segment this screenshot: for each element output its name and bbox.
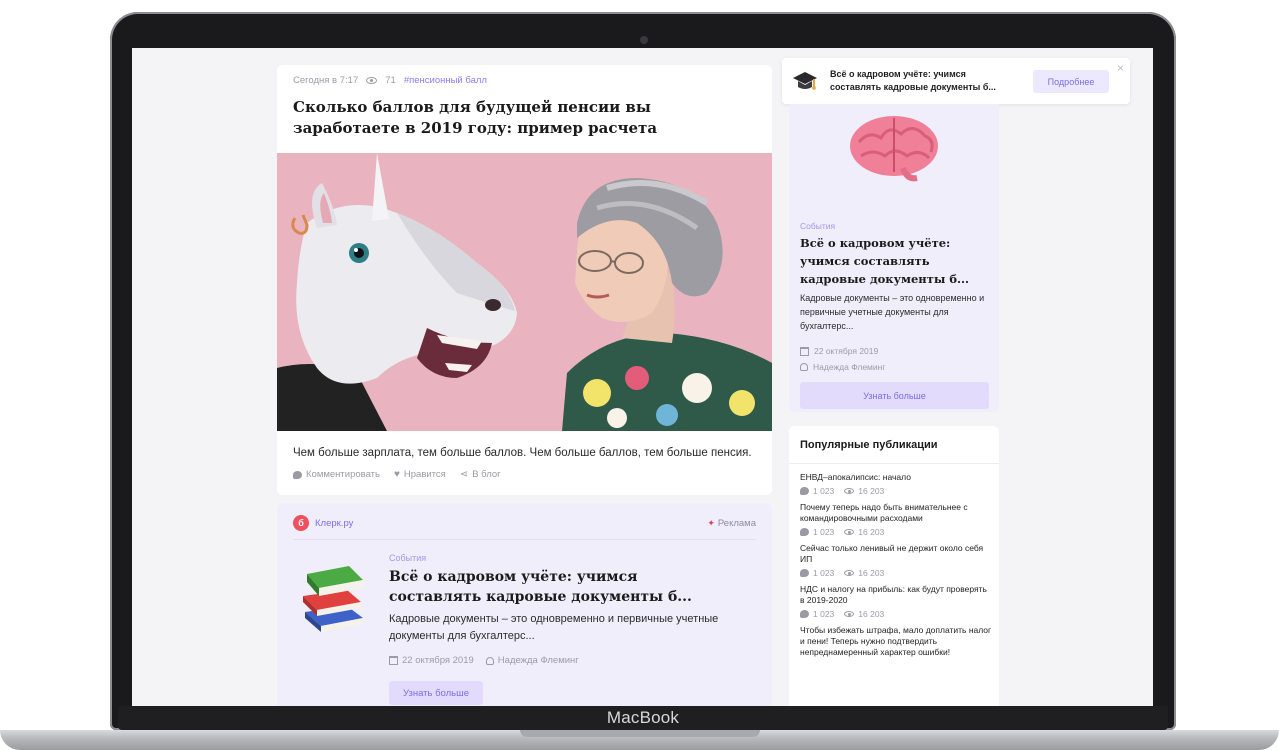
unicorn-and-granny-illustration	[277, 153, 772, 431]
camera-icon	[640, 36, 648, 44]
laptop-base-groove	[520, 730, 760, 737]
laptop-chin: MacBook	[118, 706, 1168, 730]
user-icon	[485, 656, 494, 665]
view-count: 16 203	[858, 527, 885, 537]
blog-button[interactable]: ⋖ В блог	[460, 469, 501, 480]
promo-brand-name: Клерк.ру	[315, 517, 354, 529]
side-learn-more-button[interactable]: Узнать больше	[800, 382, 989, 409]
article-date: Сегодня в 7:17	[293, 75, 359, 86]
article-actions: Комментировать ♥ Нравится ⋖ В блог	[293, 469, 501, 480]
promo-title[interactable]: Всё о кадровом учёте: учимся составлять …	[389, 567, 729, 607]
comment-count: 1 023	[813, 568, 835, 578]
comment-count: 1 023	[813, 609, 835, 619]
calendar-icon	[800, 346, 809, 356]
side-description: Кадровые документы – это одновременно и …	[800, 293, 985, 331]
article-image[interactable]	[277, 153, 772, 431]
ad-label-text: Реклама	[717, 517, 756, 529]
comment-count: 1 023	[813, 486, 835, 496]
list-item[interactable]: ЕНВД–апокалипсис: начало 1 023 16 203	[800, 472, 992, 496]
article-meta: Сегодня в 7:17 71 #пенсионный балл	[293, 75, 487, 86]
promo-author: Надежда Флеминг	[485, 655, 579, 666]
article-tag[interactable]: #пенсионный балл	[404, 75, 487, 86]
article-card: Сегодня в 7:17 71 #пенсионный балл Сколь…	[277, 65, 772, 495]
side-author: Надежда Флеминг	[800, 362, 885, 372]
comment-label: Комментировать	[306, 469, 380, 480]
blog-label: В блог	[472, 469, 501, 480]
user-icon	[800, 363, 808, 371]
promo-author-text: Надежда Флеминг	[497, 655, 579, 666]
view-count: 16 203	[858, 486, 885, 496]
views-icon	[844, 611, 855, 617]
comment-icon	[800, 487, 809, 495]
popular-heading: Популярные публикации	[800, 439, 938, 451]
banner-text[interactable]: Всё о кадровом учёте: учимся составлять …	[830, 68, 1010, 94]
promo-description: Кадровые документы – это одновременно и …	[389, 613, 719, 642]
pin-icon: ✦	[707, 517, 715, 528]
side-title[interactable]: Всё о кадровом учёте: учимся составлять …	[800, 234, 995, 288]
list-item-title[interactable]: НДС и налогу на прибыль: как будут прове…	[800, 584, 992, 606]
side-date-text: 22 октября 2019	[814, 346, 879, 356]
list-item-stats: 1 023 16 203	[800, 527, 992, 537]
list-item[interactable]: Почему теперь надо быть внимательнее с к…	[800, 502, 992, 537]
like-button[interactable]: ♥ Нравится	[394, 469, 446, 480]
promo-date-text: 22 октября 2019	[402, 655, 474, 666]
promo-meta: 22 октября 2019 Надежда Флеминг	[389, 655, 579, 666]
comment-count: 1 023	[813, 527, 835, 537]
list-item[interactable]: Сейчас только ленивый не держит около се…	[800, 543, 992, 578]
promo-header: б Клерк.ру ✦ Реклама	[293, 515, 756, 531]
graduation-cap-icon	[793, 72, 817, 90]
views-icon	[844, 570, 855, 576]
laptop-frame: Сегодня в 7:17 71 #пенсионный балл Сколь…	[110, 12, 1176, 730]
article-title[interactable]: Сколько баллов для будущей пенсии вы зар…	[293, 97, 753, 139]
list-item[interactable]: НДС и налогу на прибыль: как будут прове…	[800, 584, 992, 619]
side-promo-card: События Всё о кадровом учёте: учимся сос…	[789, 104, 999, 412]
divider	[789, 463, 999, 464]
side-date: 22 октября 2019	[800, 346, 878, 356]
comment-button[interactable]: Комментировать	[293, 469, 380, 480]
views-icon	[844, 529, 855, 535]
share-icon: ⋖	[459, 469, 469, 480]
close-icon[interactable]: ×	[1117, 61, 1124, 75]
list-item-stats: 1 023 16 203	[800, 486, 992, 496]
promo-category[interactable]: События	[389, 553, 426, 563]
list-item-title[interactable]: Сейчас только ленивый не держит около се…	[800, 543, 992, 565]
list-item[interactable]: Чтобы избежать штрафа, мало доплатить на…	[800, 625, 992, 658]
promo-date: 22 октября 2019	[389, 655, 474, 666]
heart-icon: ♥	[393, 469, 400, 480]
screen: Сегодня в 7:17 71 #пенсионный балл Сколь…	[132, 48, 1153, 706]
list-item-title[interactable]: ЕНВД–апокалипсис: начало	[800, 472, 992, 483]
side-author-text: Надежда Флеминг	[813, 362, 886, 372]
list-item-stats: 1 023 16 203	[800, 568, 992, 578]
books-icon	[303, 566, 363, 632]
promo-card: б Клерк.ру ✦ Реклама События Всё о кадро…	[277, 503, 772, 706]
views-icon	[844, 488, 855, 494]
views-icon	[366, 77, 378, 84]
popular-list: ЕНВД–апокалипсис: начало 1 023 16 203 По…	[800, 472, 992, 664]
comment-icon	[800, 610, 809, 618]
macbook-label: MacBook	[606, 708, 680, 727]
list-item-stats: 1 023 16 203	[800, 609, 992, 619]
view-count: 16 203	[858, 568, 885, 578]
side-category[interactable]: События	[800, 221, 835, 231]
article-caption: Чем больше зарплата, тем больше баллов. …	[293, 447, 752, 459]
details-button[interactable]: Подробнее	[1033, 70, 1109, 93]
brand-logo-icon: б	[293, 515, 309, 531]
notification-banner: Всё о кадровом учёте: учимся составлять …	[782, 58, 1130, 104]
list-item-title[interactable]: Почему теперь надо быть внимательнее с к…	[800, 502, 992, 524]
like-label: Нравится	[403, 469, 446, 480]
comment-icon	[293, 470, 302, 479]
view-count: 16 203	[858, 609, 885, 619]
learn-more-button[interactable]: Узнать больше	[389, 681, 483, 705]
promo-brand[interactable]: б Клерк.ру	[293, 515, 353, 531]
comment-icon	[800, 528, 809, 536]
list-item-title[interactable]: Чтобы избежать штрафа, мало доплатить на…	[800, 625, 992, 658]
article-views: 71	[385, 75, 396, 86]
brain-icon	[850, 116, 938, 182]
comment-icon	[800, 569, 809, 577]
divider	[293, 539, 756, 540]
popular-publications: Популярные публикации ЕНВД–апокалипсис: …	[789, 426, 999, 706]
ad-label: ✦ Реклама	[707, 515, 756, 531]
calendar-icon	[389, 656, 398, 665]
